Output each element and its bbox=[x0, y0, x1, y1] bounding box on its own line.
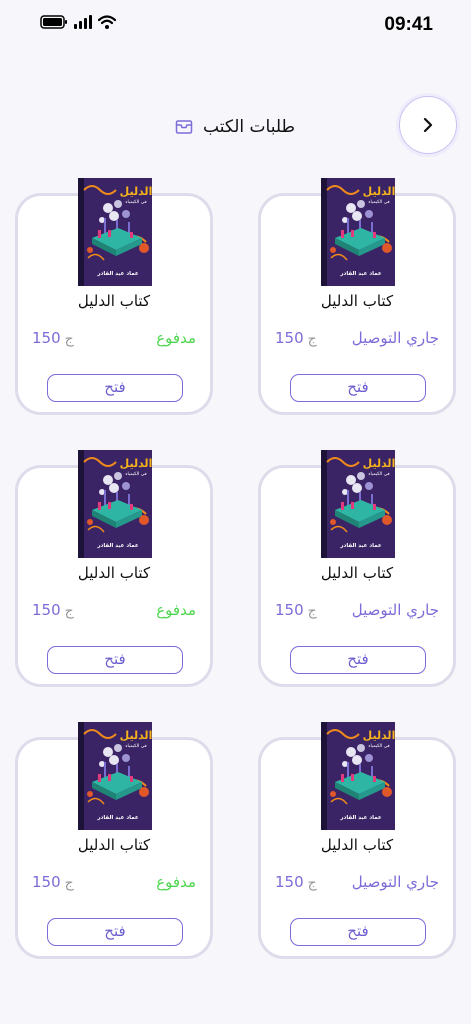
order-card[interactable]: الدليل في الكيمياء عماد عبد القادر كتاب … bbox=[15, 722, 213, 959]
order-status: جاري التوصيل bbox=[351, 601, 439, 619]
order-status: مدفوع bbox=[156, 873, 196, 891]
order-price: 150 ج bbox=[32, 329, 74, 347]
order-price: 150 ج bbox=[32, 873, 74, 891]
cover-author: عماد عبد القادر bbox=[96, 543, 139, 549]
book-title: كتاب الدليل bbox=[320, 292, 394, 310]
book-cover-image: الدليل في الكيمياء عماد عبد القادر bbox=[321, 722, 395, 830]
order-card[interactable]: الدليل في الكيمياء عماد عبد القادر كتاب … bbox=[15, 450, 213, 687]
open-button[interactable]: فتح bbox=[47, 646, 183, 674]
cover-subtitle: في الكيمياء bbox=[125, 199, 146, 205]
book-cover-image: الدليل في الكيمياء عماد عبد القادر bbox=[321, 178, 395, 286]
price-amount: 150 bbox=[32, 329, 61, 347]
book-title: كتاب الدليل bbox=[77, 564, 151, 582]
cover-title: الدليل bbox=[120, 729, 152, 742]
order-status: مدفوع bbox=[156, 601, 196, 619]
open-button[interactable]: فتح bbox=[47, 918, 183, 946]
order-price: 150 ج bbox=[275, 601, 317, 619]
open-button[interactable]: فتح bbox=[290, 918, 426, 946]
order-price: 150 ج bbox=[275, 329, 317, 347]
cover-title: الدليل bbox=[363, 457, 395, 470]
book-title: كتاب الدليل bbox=[77, 836, 151, 854]
open-button[interactable]: فتح bbox=[47, 374, 183, 402]
order-info-row: مدفوع 150 ج bbox=[18, 601, 210, 621]
order-status: جاري التوصيل bbox=[351, 329, 439, 347]
cover-subtitle: في الكيمياء bbox=[368, 199, 389, 205]
order-card[interactable]: الدليل في الكيمياء عماد عبد القادر كتاب … bbox=[258, 178, 456, 415]
book-title: كتاب الدليل bbox=[77, 292, 151, 310]
cover-author: عماد عبد القادر bbox=[96, 815, 139, 821]
order-status: مدفوع bbox=[156, 329, 196, 347]
open-button[interactable]: فتح bbox=[290, 374, 426, 402]
order-price: 150 ج bbox=[275, 873, 317, 891]
cover-author: عماد عبد القادر bbox=[96, 271, 139, 277]
book-cover-image: الدليل في الكيمياء عماد عبد القادر bbox=[78, 178, 152, 286]
price-currency: ج bbox=[64, 603, 74, 619]
cover-author: عماد عبد القادر bbox=[339, 271, 382, 277]
price-amount: 150 bbox=[32, 601, 61, 619]
book-title: كتاب الدليل bbox=[320, 836, 394, 854]
order-status: جاري التوصيل bbox=[351, 873, 439, 891]
cover-subtitle: في الكيمياء bbox=[125, 471, 146, 477]
order-card[interactable]: الدليل في الكيمياء عماد عبد القادر كتاب … bbox=[258, 722, 456, 959]
order-info-row: جاري التوصيل 150 ج bbox=[261, 329, 453, 349]
price-amount: 150 bbox=[275, 873, 304, 891]
price-amount: 150 bbox=[32, 873, 61, 891]
order-info-row: جاري التوصيل 150 ج bbox=[261, 873, 453, 893]
price-currency: ج bbox=[64, 875, 74, 891]
cover-subtitle: في الكيمياء bbox=[125, 743, 146, 749]
cover-title: الدليل bbox=[363, 185, 395, 198]
cover-subtitle: في الكيمياء bbox=[368, 471, 389, 477]
price-currency: ج bbox=[64, 331, 74, 347]
price-amount: 150 bbox=[275, 329, 304, 347]
price-currency: ج bbox=[307, 331, 317, 347]
order-info-row: مدفوع 150 ج bbox=[18, 329, 210, 349]
cover-author: عماد عبد القادر bbox=[339, 815, 382, 821]
book-cover-image: الدليل في الكيمياء عماد عبد القادر bbox=[78, 450, 152, 558]
book-cover-image: الدليل في الكيمياء عماد عبد القادر bbox=[321, 450, 395, 558]
cover-subtitle: في الكيمياء bbox=[368, 743, 389, 749]
cover-author: عماد عبد القادر bbox=[339, 543, 382, 549]
price-currency: ج bbox=[307, 875, 317, 891]
price-amount: 150 bbox=[275, 601, 304, 619]
cover-title: الدليل bbox=[363, 729, 395, 742]
price-currency: ج bbox=[307, 603, 317, 619]
order-price: 150 ج bbox=[32, 601, 74, 619]
order-info-row: مدفوع 150 ج bbox=[18, 873, 210, 893]
book-title: كتاب الدليل bbox=[320, 564, 394, 582]
order-info-row: جاري التوصيل 150 ج bbox=[261, 601, 453, 621]
book-cover-image: الدليل في الكيمياء عماد عبد القادر bbox=[78, 722, 152, 830]
order-card[interactable]: الدليل في الكيمياء عماد عبد القادر كتاب … bbox=[258, 450, 456, 687]
cover-title: الدليل bbox=[120, 185, 152, 198]
orders-grid: الدليل في الكيمياء عماد عبد القادر كتاب … bbox=[0, 0, 471, 1024]
order-card[interactable]: الدليل في الكيمياء عماد عبد القادر كتاب … bbox=[15, 178, 213, 415]
cover-title: الدليل bbox=[120, 457, 152, 470]
open-button[interactable]: فتح bbox=[290, 646, 426, 674]
